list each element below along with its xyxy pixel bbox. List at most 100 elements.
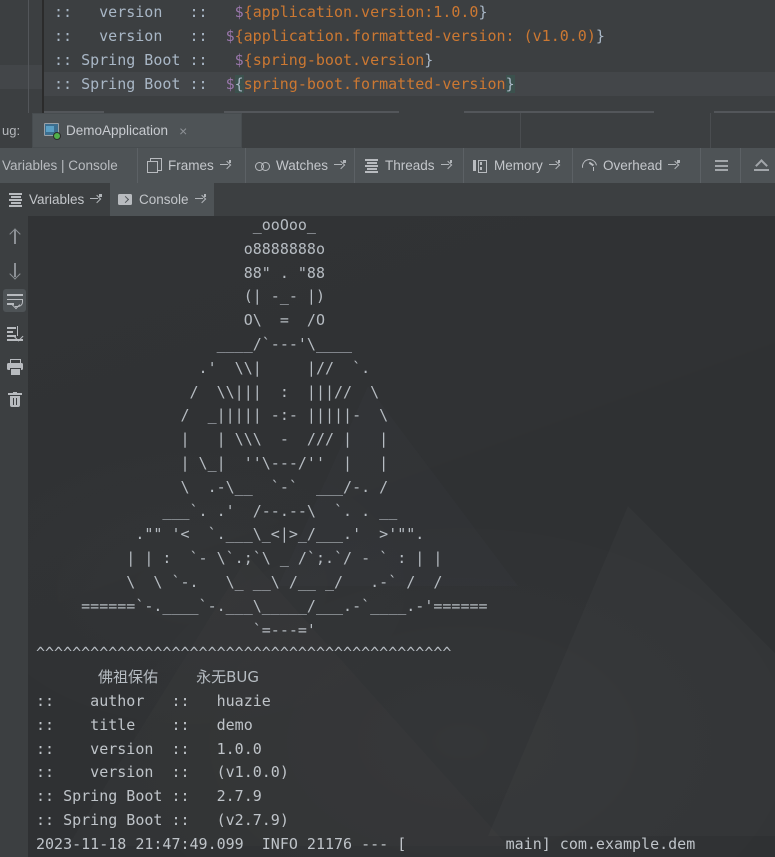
ascii-separator-line: ^^^^^^^^^^^^^^^^^^^^^^^^^^^^^^^^^^^^^^^^… [36,644,452,663]
editor-horizontal-scrollbar[interactable] [44,105,775,113]
tabbar-divider-1 [520,113,521,148]
debugger-toolbar: Variables | Console Frames Watches Threa… [0,148,775,183]
code-line-3-prefix: :: [54,51,82,69]
watches-icon [255,158,270,173]
code-line-1[interactable]: :: version :: ${application.version:1.0.… [44,0,775,24]
editor-line-gutter[interactable] [28,0,43,113]
print-button[interactable] [3,355,26,378]
code-line-1-dollar: $ [234,3,244,21]
code-line-4-gap [217,75,226,93]
frames-icon [147,158,162,173]
toolbar-tab-threads-label: Threads [385,158,435,173]
debug-session-tab-demoapplication[interactable]: DemoApplication × [32,113,242,148]
code-line-2-dollar: $ [225,27,235,45]
tabbar-divider-2 [710,113,711,148]
sub-tab-console-label: Console [139,192,189,207]
hide-panel-button[interactable] [740,148,775,183]
code-line-4-close-brace: } [505,75,515,93]
settings-burger-icon [714,158,729,173]
ascii-art-buddha: _ooOoo_ o8888888o 88" . "88 (| -_- |) O\… [81,216,488,639]
code-line-1-value: application.version:1.0.0 [252,3,479,21]
editor-code-area[interactable]: :: version :: ${application.version:1.0.… [44,0,775,113]
toolbar-tab-watches[interactable]: Watches [245,148,355,183]
code-line-2-open-brace: { [234,27,244,45]
debugger-settings-button[interactable] [700,148,741,183]
pin-threads-icon[interactable] [440,160,453,171]
code-line-1-open-brace: { [243,3,253,21]
hide-panel-icon [753,158,769,173]
code-line-3-key: Spring Boot [81,51,190,69]
code-line-3-dollar: $ [234,51,244,69]
toolbar-tab-memory[interactable]: Memory [463,148,569,183]
code-line-1-prefix: :: [54,3,82,21]
memory-icon [473,158,488,173]
threads-icon [364,158,379,173]
console-icon [118,192,133,207]
code-line-2-sep: :: [189,27,217,45]
variables-icon [8,192,23,207]
code-line-3-sep: :: [189,51,217,69]
arrow-up-icon [7,227,22,245]
code-line-4-dollar: $ [225,75,235,93]
code-line-4-key: Spring Boot [81,75,190,93]
up-stack-trace-button[interactable] [3,225,26,248]
console-output-pane[interactable]: _ooOoo_ o8888888o 88" . "88 (| -_- |) O\… [28,216,775,857]
code-line-2-gap [217,27,226,45]
blessing-text: 佛祖保佑 永无BUG [36,668,260,687]
close-icon[interactable]: × [179,123,187,139]
code-line-2[interactable]: :: version :: ${application.formatted-ve… [44,24,775,48]
current-line-gutter-highlight-2 [29,65,43,89]
pin-variables-icon[interactable] [90,194,102,205]
code-line-1-sep: :: [189,3,217,21]
toolbar-tab-memory-label: Memory [494,158,543,173]
code-line-2-key: version [81,27,190,45]
code-line-4[interactable]: :: Spring Boot :: ${spring-boot.formatte… [44,72,775,96]
code-line-4-sep: :: [189,75,217,93]
sub-tab-variables[interactable]: Variables [0,183,109,216]
debug-window-label: ug: [2,123,21,138]
debug-session-tab-label: DemoApplication [66,123,169,138]
debug-tool-window-tabbar: ug: DemoApplication × [0,113,775,149]
pin-watches-icon[interactable] [334,160,346,171]
debugger-subtabs: Variables Console [0,183,775,216]
code-line-3-open-brace: { [243,51,253,69]
toolbar-tab-overhead[interactable]: Overhead [572,148,689,183]
soft-wrap-icon [6,293,23,309]
pin-overhead-icon[interactable] [668,160,680,171]
sub-tab-variables-label: Variables [29,192,85,207]
code-line-1-key: version [81,3,190,21]
code-editor-pane[interactable]: :: version :: ${application.version:1.0.… [0,0,775,113]
code-line-3[interactable]: :: Spring Boot :: ${spring-boot.version} [44,48,775,72]
banner-rows-text: :: author :: huazie :: title :: demo :: … [36,691,289,829]
toolbar-tab-frames-label: Frames [168,158,214,173]
arrow-down-icon [7,262,22,280]
soft-wrap-button[interactable] [3,289,26,312]
console-action-rail [0,216,28,857]
down-stack-trace-button[interactable] [3,258,26,281]
run-configuration-icon [44,123,61,140]
pin-console-icon[interactable] [194,194,207,205]
print-icon [6,359,23,376]
code-line-3-close-brace: } [424,51,434,69]
pin-memory-icon[interactable] [548,160,561,171]
code-line-1-gap [217,3,235,21]
code-line-2-close-brace: } [595,27,605,45]
code-line-3-value: spring-boot.version [252,51,425,69]
scroll-to-end-button[interactable] [3,322,26,345]
code-line-4-open-brace: { [234,75,244,93]
toolbar-tab-frames[interactable]: Frames [137,148,240,183]
toolbar-tab-watches-label: Watches [276,158,329,173]
trash-icon [7,391,22,408]
variables-console-combined-tab[interactable]: Variables | Console [0,148,118,183]
sub-tab-console[interactable]: Console [110,183,214,216]
clear-all-button[interactable] [3,388,26,411]
editor-annotation-gutter [0,0,28,113]
pin-frames-icon[interactable] [219,160,232,171]
ide-debug-window: :: version :: ${application.version:1.0.… [0,0,775,857]
variables-console-label: Variables | Console [2,158,118,173]
code-line-2-value: application.formatted-version: (v1.0.0) [243,27,596,45]
code-line-2-prefix: :: [54,27,82,45]
code-line-1-close-brace: } [478,3,488,21]
toolbar-tab-threads[interactable]: Threads [354,148,461,183]
log-line: 2023-11-18 21:47:49.099 INFO 21176 --- [… [36,834,696,853]
